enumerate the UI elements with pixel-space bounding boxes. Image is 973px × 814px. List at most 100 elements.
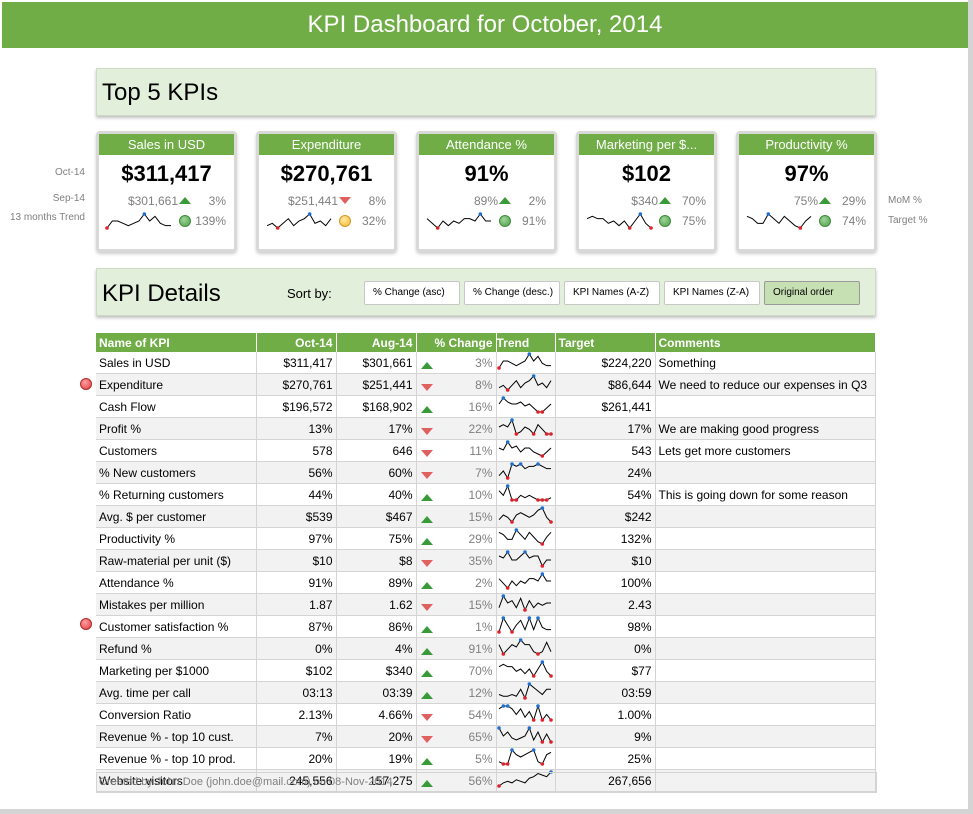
kpi-target-value: 54%	[555, 483, 656, 506]
kpi-change-value: 35%	[468, 553, 493, 568]
sparkline-low-point	[548, 520, 553, 524]
sparkline-low-point	[535, 498, 540, 502]
kpi-change-cell: 7%	[416, 461, 497, 484]
kpi-comment[interactable]: We need to reduce our expenses in Q3	[655, 373, 876, 396]
sort-change-desc-button[interactable]: % Change (desc.)	[464, 281, 560, 305]
kpi-card-value: $102	[622, 161, 671, 186]
kpi-comment[interactable]: This is going down for some reason	[655, 483, 876, 506]
table-row: % Returning customers 44% 40% 10% 54% Th…	[96, 483, 876, 506]
sparkline-low-point	[540, 410, 544, 414]
kpi-name: Raw-material per unit ($)	[96, 549, 257, 572]
sparkline-high-point	[505, 550, 509, 554]
status-green-circle-icon	[819, 215, 831, 227]
kpi-comment[interactable]	[655, 549, 876, 572]
sparkline-high-point	[766, 212, 771, 216]
triangle-up-icon	[179, 197, 191, 204]
kpi-target-value: 0%	[555, 637, 656, 660]
kpi-name: Mistakes per million	[96, 593, 257, 616]
table-row: Marketing per $1000 $102 $340 70% $77	[96, 659, 876, 682]
triangle-up-icon	[659, 197, 671, 204]
kpi-oct-value: $311,417	[256, 352, 337, 374]
kpi-comment[interactable]	[655, 725, 876, 748]
kpi-aug-value: $301,661	[336, 352, 417, 374]
kpi-name: Cash Flow	[96, 395, 257, 418]
sparkline-low-point	[501, 762, 505, 766]
sparkline-low-point	[540, 564, 544, 568]
kpi-comment[interactable]: We are making good progress	[655, 417, 876, 440]
sparkline-high-point	[505, 484, 509, 488]
sparkline-low-point	[544, 498, 548, 502]
kpi-comment[interactable]	[655, 461, 876, 484]
kpi-comment[interactable]	[655, 395, 876, 418]
kpi-change-cell: 2%	[416, 571, 497, 594]
kpi-aug-value: 40%	[336, 483, 417, 506]
sparkline-chart	[498, 638, 551, 656]
sparkline-low-point	[505, 476, 509, 480]
triangle-down-icon	[420, 449, 433, 457]
sparkline-path	[266, 213, 332, 229]
sort-change-asc-button[interactable]: % Change (asc)	[364, 281, 460, 305]
sparkline-low-point	[548, 674, 553, 678]
sparkline-low-point	[548, 432, 553, 436]
kpi-details-table: Name of KPI Oct-14 Aug-14 % Change Trend…	[96, 333, 876, 792]
kpi-change-cell: 70%	[416, 659, 497, 682]
sort-original-order-button[interactable]: Original order	[764, 281, 860, 305]
kpi-comment[interactable]	[655, 593, 876, 616]
kpi-name: Productivity %	[96, 527, 257, 550]
kpi-comment[interactable]	[655, 527, 876, 550]
kpi-comment[interactable]: Lets get more customers	[655, 439, 876, 462]
sparkline-low-point	[505, 388, 509, 392]
sparkline-high-point	[514, 528, 518, 532]
kpi-trend-cell	[496, 395, 556, 418]
kpi-card-target-pct: 74%	[841, 214, 866, 228]
kpi-oct-value: 44%	[256, 483, 337, 506]
kpi-card-title: Marketing per $...	[579, 134, 714, 155]
sort-names-za-button[interactable]: KPI Names (Z-A)	[664, 281, 760, 305]
kpi-oct-value: 87%	[256, 615, 337, 638]
kpi-comment[interactable]: Something	[655, 352, 876, 374]
sparkline-high-point	[505, 704, 509, 708]
sparkline-chart	[498, 484, 551, 502]
triangle-up-icon	[420, 515, 433, 523]
sparkline-low-point	[509, 498, 514, 502]
kpi-comment[interactable]	[655, 505, 876, 528]
sort-names-az-button[interactable]: KPI Names (A-Z)	[564, 281, 660, 305]
kpi-card-value: 97%	[784, 161, 829, 186]
kpi-target-value: 03:59	[555, 681, 656, 704]
sort-label: Sort by:	[287, 286, 332, 301]
kpi-oct-value: 2.13%	[256, 703, 337, 726]
kpi-name: Conversion Ratio	[96, 703, 257, 726]
sparkline-low-point	[540, 498, 544, 502]
kpi-change-value: 7%	[475, 465, 493, 480]
table-row: Revenue % - top 10 cust. 7% 20% 65% 9%	[96, 725, 876, 748]
triangle-up-icon	[420, 691, 433, 699]
kpi-trend-cell	[496, 352, 556, 374]
kpi-change-value: 91%	[468, 641, 493, 656]
kpi-aug-value: 60%	[336, 461, 417, 484]
kpi-comment[interactable]	[655, 571, 876, 594]
kpi-comment[interactable]	[655, 747, 876, 770]
dashboard-title: KPI Dashboard for October, 2014	[2, 2, 968, 48]
label-current-period: Oct-14	[54, 167, 85, 178]
table-row: Profit % 13% 17% 22% 17% We are making g…	[96, 417, 876, 440]
triangle-up-icon	[420, 647, 433, 655]
triangle-up-icon	[420, 669, 433, 677]
kpi-comment[interactable]	[655, 681, 876, 704]
sparkline-chart	[586, 212, 653, 230]
kpi-change-cell: 16%	[416, 395, 497, 418]
kpi-card-previous-row: $301,661 3%	[99, 192, 234, 210]
kpi-aug-value: 1.62	[336, 593, 417, 616]
kpi-card-previous-value: $301,661	[127, 194, 178, 208]
kpi-comment[interactable]	[655, 615, 876, 638]
kpi-oct-value: 13%	[256, 417, 337, 440]
kpi-comment[interactable]	[655, 703, 876, 726]
table-row: Conversion Ratio 2.13% 4.66% 54% 1.00%	[96, 703, 876, 726]
kpi-card-sparkline	[745, 212, 813, 230]
kpi-comment[interactable]	[655, 637, 876, 660]
kpi-target-value: 1.00%	[555, 703, 656, 726]
kpi-target-value: $77	[555, 659, 656, 682]
kpi-card: Sales in USD $311,417 $301,661 3% 139%	[96, 131, 237, 252]
kpi-target-value: 132%	[555, 527, 656, 550]
kpi-comment[interactable]	[655, 659, 876, 682]
kpi-trend-cell	[496, 461, 556, 484]
